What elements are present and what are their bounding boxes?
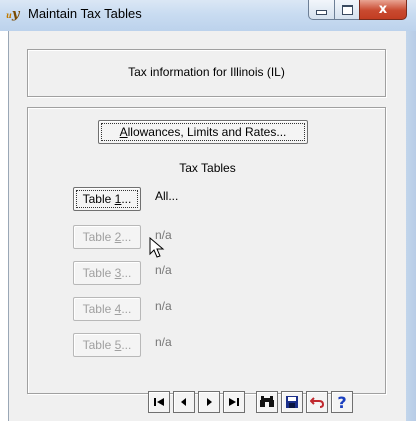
- tax-info-panel: Tax information for Illinois (IL): [27, 49, 386, 97]
- table-2-label: Table 2...: [82, 230, 132, 244]
- next-record-button[interactable]: [198, 391, 220, 413]
- find-button[interactable]: [256, 391, 278, 413]
- maximize-icon: [341, 4, 353, 15]
- help-button[interactable]: ?: [331, 391, 353, 413]
- table-3-button[interactable]: Table 3...: [73, 261, 141, 285]
- first-record-icon: [154, 398, 164, 406]
- table-4-value: n/a: [155, 299, 172, 313]
- table-1-label: Table 1...: [82, 192, 132, 206]
- minimize-icon: [316, 10, 327, 15]
- mouse-pointer-icon: [149, 237, 165, 258]
- maximize-button[interactable]: [334, 0, 360, 20]
- table-3-label: Table 3...: [82, 266, 132, 280]
- window-title: Maintain Tax Tables: [28, 6, 142, 21]
- window-frame-right: [405, 31, 416, 421]
- find-binoculars-icon: [260, 396, 274, 407]
- undo-button[interactable]: [306, 391, 328, 413]
- title-bar[interactable]: uy Maintain Tax Tables x: [0, 0, 416, 31]
- table-5-value: n/a: [155, 335, 172, 349]
- next-record-icon: [207, 398, 212, 406]
- table-5-label: Table 5...: [82, 338, 132, 352]
- table-3-value: n/a: [155, 263, 172, 277]
- help-question-icon: ?: [337, 392, 347, 412]
- last-record-button[interactable]: [223, 391, 245, 413]
- tax-tables-heading: Tax Tables: [179, 161, 236, 175]
- close-icon: x: [378, 2, 388, 17]
- table-1-button[interactable]: Table 1...: [73, 187, 141, 211]
- tax-app-icon[interactable]: uy: [6, 6, 24, 24]
- table-4-label: Table 4...: [82, 302, 132, 316]
- dialog-client-area: Tax information for Illinois (IL) Allowa…: [8, 31, 406, 421]
- minimize-button[interactable]: [308, 0, 335, 20]
- last-record-icon: [229, 398, 239, 406]
- first-record-button[interactable]: [148, 391, 170, 413]
- save-disk-icon: [286, 396, 298, 408]
- table-4-button[interactable]: Table 4...: [73, 297, 141, 321]
- allowances-limits-rates-button[interactable]: Allowances, Limits and Rates...: [98, 120, 308, 144]
- table-2-button[interactable]: Table 2...: [73, 225, 141, 249]
- allowances-button-label: Allowances, Limits and Rates...: [119, 125, 287, 139]
- previous-record-icon: [181, 398, 186, 406]
- record-navigation-toolbar: ?: [0, 391, 416, 421]
- save-button[interactable]: [281, 391, 303, 413]
- previous-record-button[interactable]: [173, 391, 195, 413]
- undo-icon: [310, 397, 324, 408]
- close-button[interactable]: x: [359, 0, 407, 20]
- tax-info-label: Tax information for Illinois (IL): [128, 65, 285, 79]
- table-1-value: All...: [155, 189, 179, 203]
- table-5-button[interactable]: Table 5...: [73, 333, 141, 357]
